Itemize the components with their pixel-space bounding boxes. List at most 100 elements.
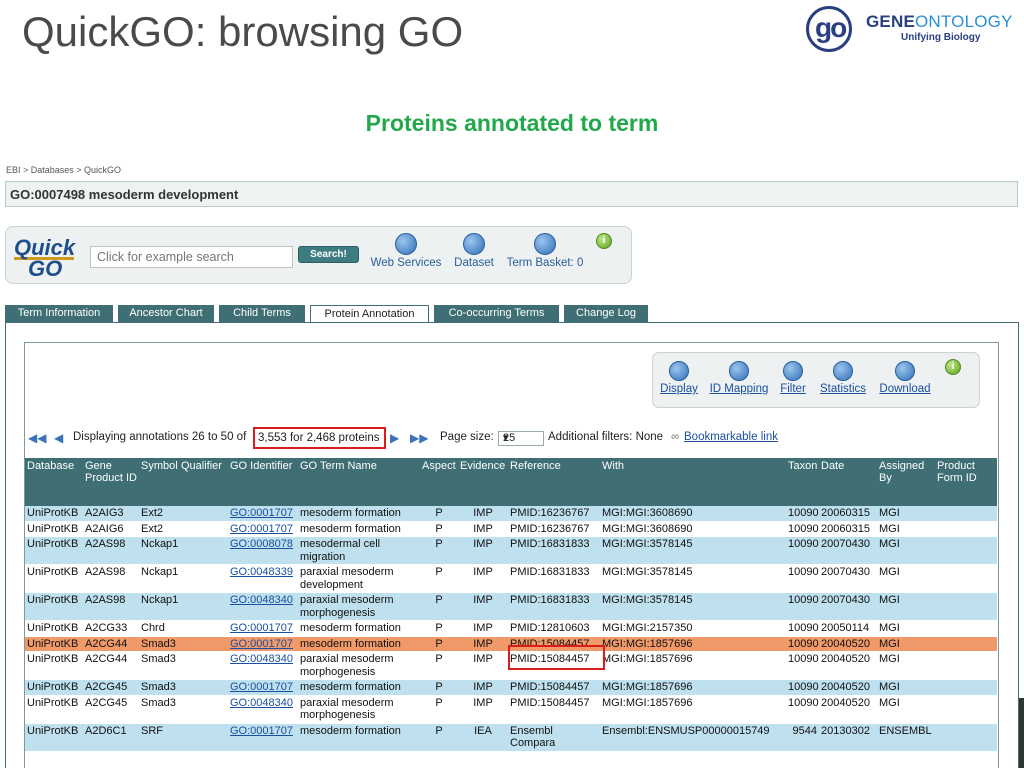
go-identifier-link[interactable]: GO:0001707 (230, 523, 293, 535)
evidence-cell: IEA (458, 723, 508, 752)
id-mapping-button[interactable]: ID Mapping (707, 361, 771, 395)
search-button[interactable]: Search! (298, 246, 359, 263)
table-row[interactable]: UniProtKB A2CG33 Chrd GO:0001707 mesoderm fo… (25, 620, 997, 637)
dataset-button[interactable]: Dataset (451, 233, 497, 269)
product-form-cell (935, 564, 997, 593)
gene-product-id-cell[interactable]: A2CG44 (83, 651, 139, 680)
reference-cell[interactable]: PMID:16831833 (508, 536, 600, 565)
assigned-by-cell: MGI (877, 636, 935, 652)
with-cell: MGI:MGI:2157350 (600, 620, 786, 637)
qualifier-cell (179, 592, 228, 621)
col-evidence[interactable]: Evidence (458, 458, 508, 506)
col-date[interactable]: Date (819, 458, 877, 506)
go-identifier-link[interactable]: GO:0008078 (230, 538, 293, 550)
tab-co-occurring-terms[interactable]: Co-occurring Terms (434, 305, 559, 322)
symbol-cell: Ext2 (139, 521, 179, 537)
aspect-cell: P (420, 723, 458, 752)
qualifier-cell (179, 679, 228, 696)
display-button[interactable]: Display (658, 361, 700, 395)
reference-cell[interactable]: PMID:15084457 (508, 679, 600, 696)
breadcrumb[interactable]: EBI > Databases > QuickGO (6, 165, 121, 175)
last-page-icon[interactable]: ▶▶ (410, 431, 428, 445)
col-database[interactable]: Database (25, 458, 83, 506)
col-assigned-by[interactable]: Assigned By (877, 458, 935, 506)
gene-product-id-cell[interactable]: A2AIG3 (83, 506, 139, 522)
reference-cell[interactable]: PMID:16831833 (508, 564, 600, 593)
tab-term-information[interactable]: Term Information (5, 305, 113, 322)
taxon-cell: 10090 (786, 620, 819, 637)
taxon-cell: 10090 (786, 564, 819, 593)
table-row[interactable]: UniProtKB A2AIG3 Ext2 GO:0001707 mesoderm fo… (25, 506, 997, 522)
tab-child-terms[interactable]: Child Terms (219, 305, 305, 322)
reference-cell[interactable]: PMID:12810603 (508, 620, 600, 637)
table-row[interactable]: UniProtKB A2AS98 Nckap1 GO:0048339 paraxial … (25, 564, 997, 593)
col-aspect[interactable]: Aspect (420, 458, 458, 506)
date-cell: 20070430 (819, 592, 877, 621)
col-product-form-id[interactable]: Product Form ID (935, 458, 997, 506)
reference-cell[interactable]: PMID:15084457 (508, 695, 600, 724)
gene-product-id-cell[interactable]: A2AS98 (83, 592, 139, 621)
gene-product-id-cell[interactable]: A2AS98 (83, 564, 139, 593)
taxon-cell: 10090 (786, 651, 819, 680)
table-row[interactable]: UniProtKB A2CG45 Smad3 GO:0048340 paraxial m… (25, 695, 997, 724)
quickgo-logo[interactable]: Quick GO (14, 237, 75, 280)
col-go-term-name[interactable]: GO Term Name (298, 458, 420, 506)
statistics-button[interactable]: Statistics (817, 361, 869, 395)
symbol-cell: SRF (139, 723, 179, 752)
go-identifier-link[interactable]: GO:0001707 (230, 622, 293, 634)
gene-product-id-cell[interactable]: A2CG33 (83, 620, 139, 637)
product-form-cell (935, 521, 997, 537)
filter-button[interactable]: Filter (777, 361, 809, 395)
first-page-icon[interactable]: ◀◀ (28, 431, 46, 445)
col-taxon[interactable]: Taxon (786, 458, 819, 506)
go-identifier-link[interactable]: GO:0048340 (230, 653, 293, 665)
reference-cell[interactable]: Ensembl Compara (508, 723, 600, 752)
tab-protein-annotation[interactable]: Protein Annotation (310, 305, 429, 323)
table-row[interactable]: UniProtKB A2CG45 Smad3 GO:0001707 mesoderm f… (25, 679, 997, 696)
col-reference[interactable]: Reference (508, 458, 600, 506)
gene-product-id-cell[interactable]: A2CG45 (83, 679, 139, 696)
reference-cell[interactable]: PMID:16236767 (508, 506, 600, 522)
search-input[interactable] (90, 246, 293, 268)
gene-product-id-cell[interactable]: A2AIG6 (83, 521, 139, 537)
info-icon[interactable]: i (945, 359, 961, 375)
display-icon (669, 361, 689, 381)
web-services-button[interactable]: Web Services (368, 233, 444, 269)
gene-product-id-cell[interactable]: A2D6C1 (83, 723, 139, 752)
tab-ancestor-chart[interactable]: Ancestor Chart (118, 305, 214, 322)
go-identifier-link[interactable]: GO:0048340 (230, 594, 293, 606)
table-row[interactable]: UniProtKB A2AS98 Nckap1 GO:0048340 paraxial … (25, 592, 997, 621)
gene-product-id-cell[interactable]: A2CG44 (83, 636, 139, 652)
go-identifier-cell: GO:0048340 (228, 695, 298, 724)
info-icon[interactable]: i (596, 233, 612, 249)
bookmarkable-link[interactable]: Bookmarkable link (684, 431, 778, 443)
table-row[interactable]: UniProtKB A2D6C1 SRF GO:0001707 mesoderm for… (25, 723, 997, 752)
aspect-cell: P (420, 679, 458, 696)
table-row[interactable]: UniProtKB A2AIG6 Ext2 GO:0001707 mesoderm fo… (25, 521, 997, 537)
reference-cell[interactable]: PMID:16236767 (508, 521, 600, 537)
col-qualifier[interactable]: Qualifier (179, 458, 228, 506)
go-identifier-link[interactable]: GO:0001707 (230, 507, 293, 519)
col-symbol[interactable]: Symbol (139, 458, 179, 506)
col-go-identifier[interactable]: GO Identifier (228, 458, 298, 506)
table-row[interactable]: UniProtKB A2AS98 Nckap1 GO:0008078 mesoderma… (25, 536, 997, 565)
go-identifier-link[interactable]: GO:0048339 (230, 566, 293, 578)
evidence-cell: IMP (458, 620, 508, 637)
go-identifier-link[interactable]: GO:0001707 (230, 725, 293, 737)
gene-product-id-cell[interactable]: A2AS98 (83, 536, 139, 565)
go-identifier-link[interactable]: GO:0048340 (230, 697, 293, 709)
tab-change-log[interactable]: Change Log (564, 305, 648, 322)
prev-page-icon[interactable]: ◀ (54, 431, 63, 445)
taxon-cell: 10090 (786, 679, 819, 696)
col-with[interactable]: With (600, 458, 786, 506)
page-size-select[interactable]: 25 ▾ (498, 431, 544, 446)
next-page-icon[interactable]: ▶ (390, 431, 399, 445)
download-button[interactable]: Download (877, 361, 933, 395)
go-identifier-link[interactable]: GO:0001707 (230, 638, 293, 650)
globe-icon (395, 233, 417, 255)
gene-product-id-cell[interactable]: A2CG45 (83, 695, 139, 724)
go-identifier-link[interactable]: GO:0001707 (230, 681, 293, 693)
col-gene-product-id[interactable]: Gene Product ID (83, 458, 139, 506)
reference-cell[interactable]: PMID:16831833 (508, 592, 600, 621)
term-basket-button[interactable]: Term Basket: 0 (503, 233, 587, 269)
